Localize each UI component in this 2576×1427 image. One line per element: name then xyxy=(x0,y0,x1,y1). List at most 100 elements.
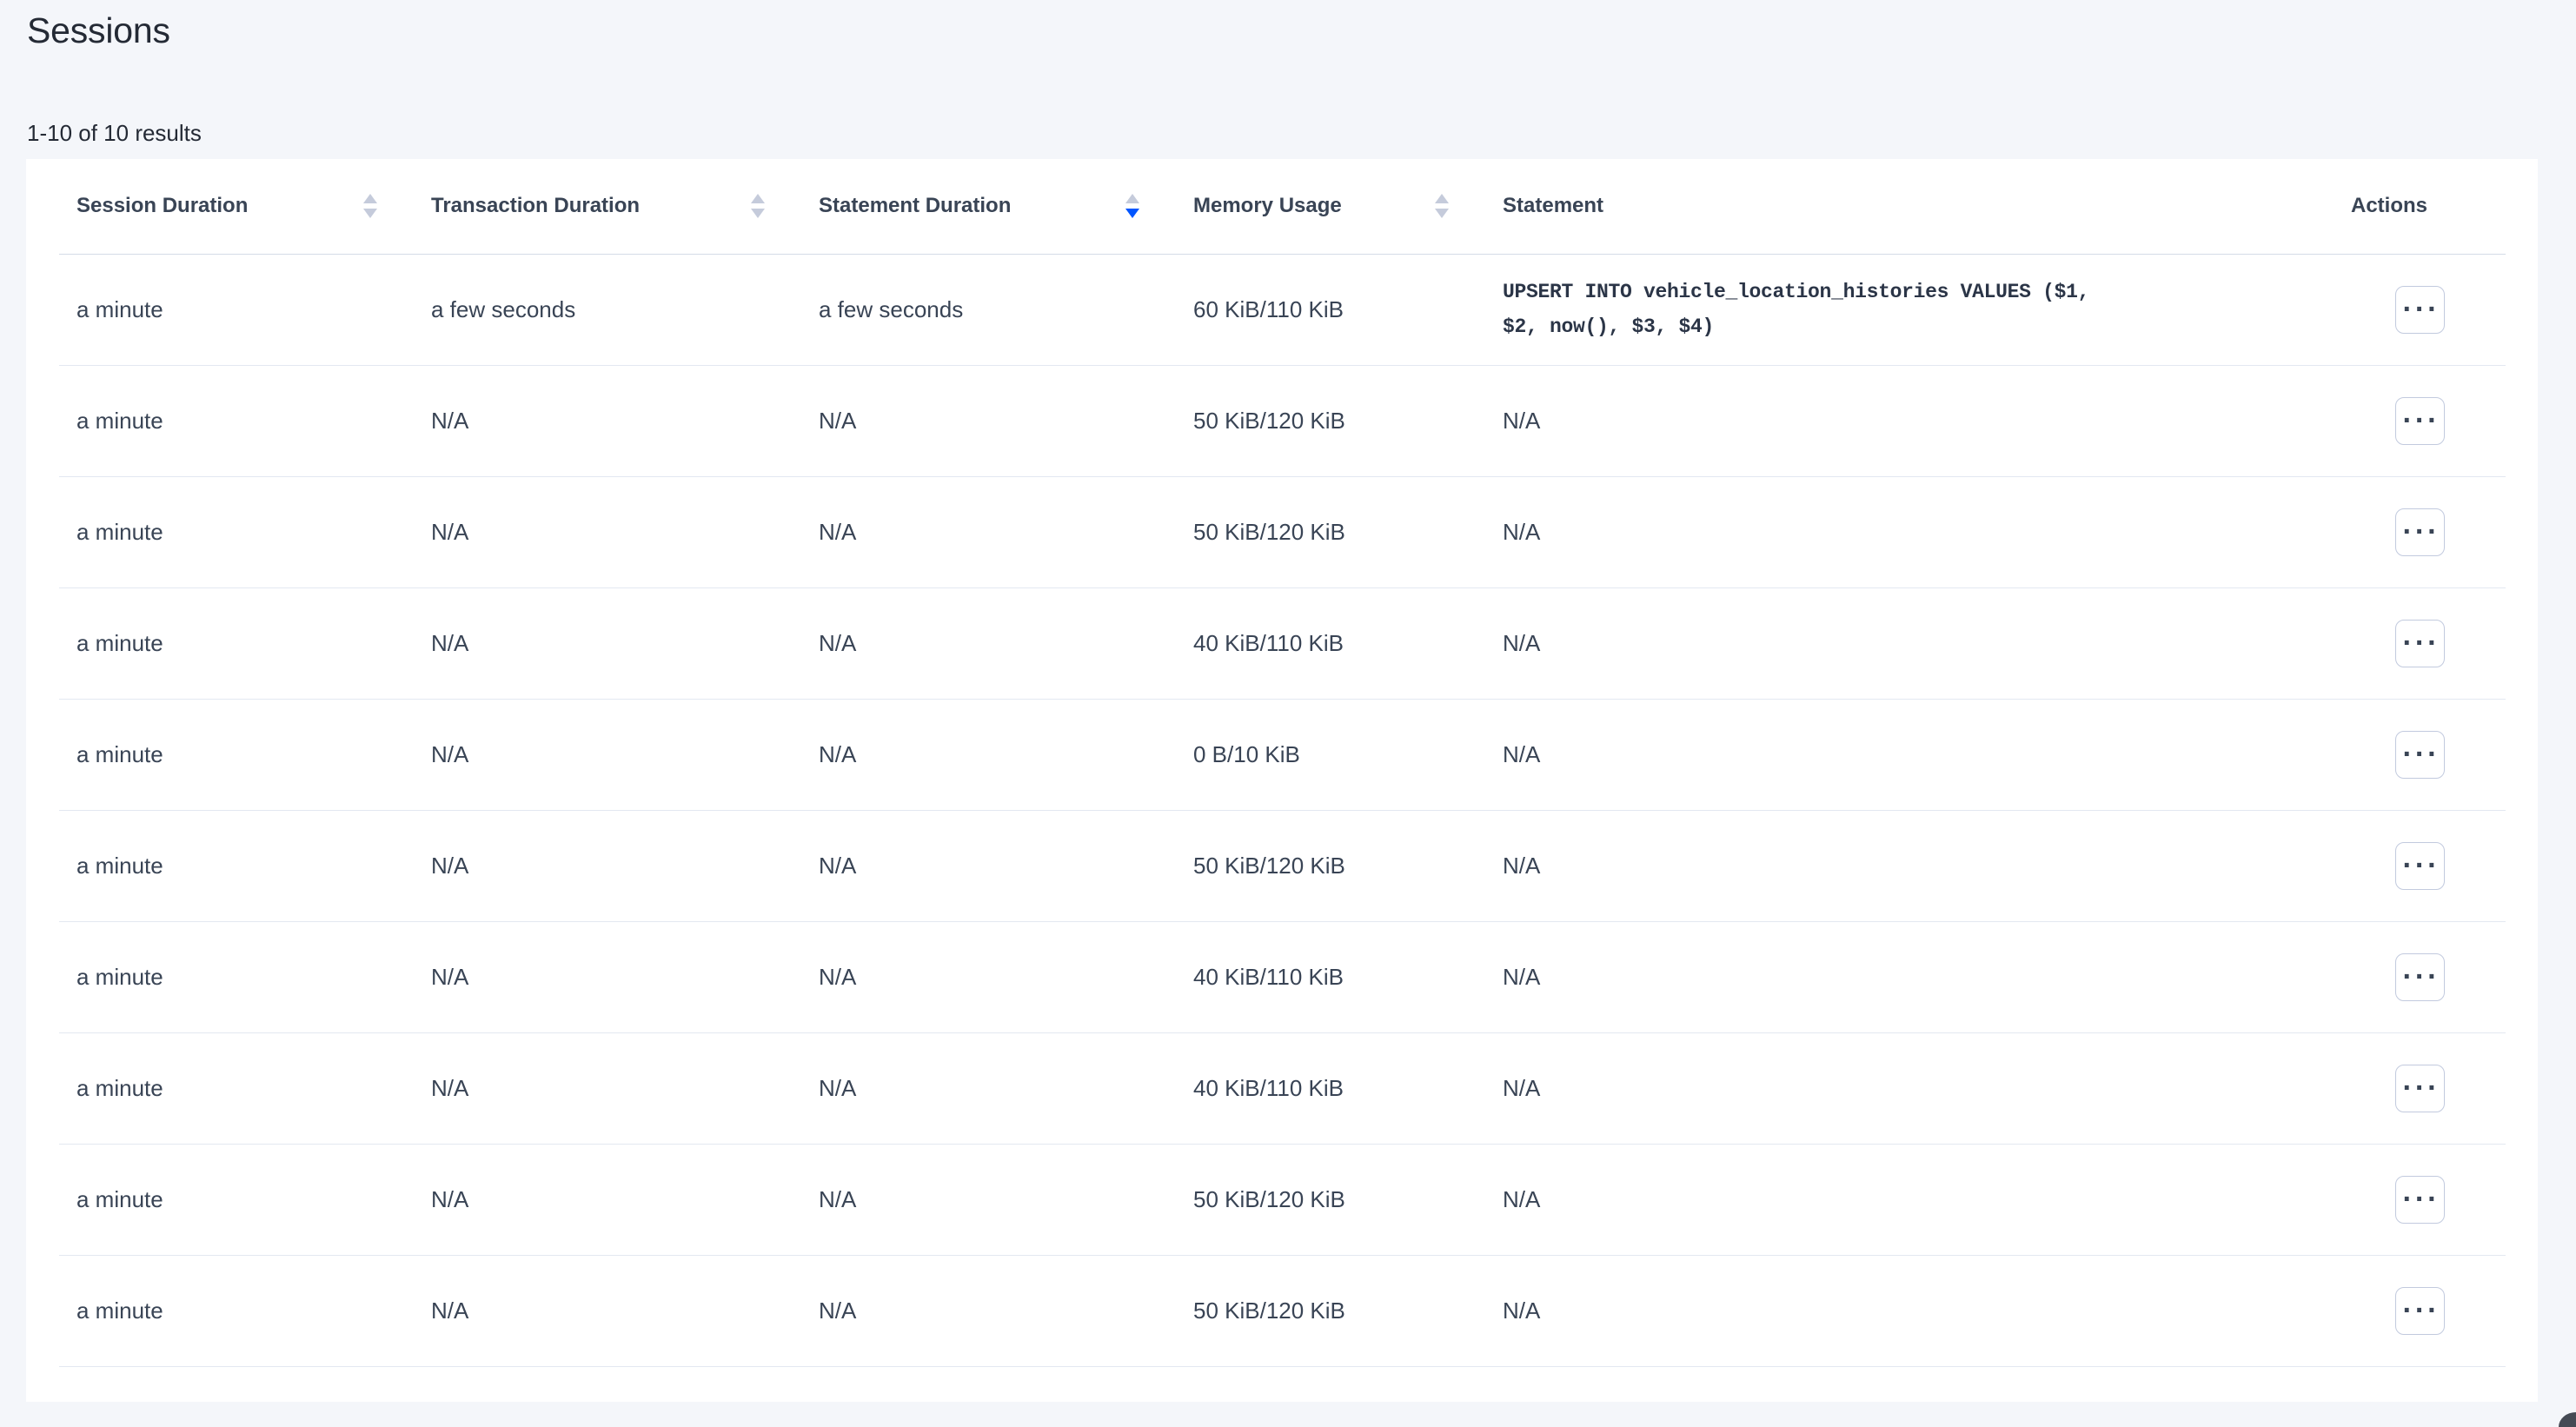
table-row: a minute a few seconds a few seconds 60 … xyxy=(59,254,2506,365)
cell-statement: N/A xyxy=(1485,365,2328,476)
row-actions-button[interactable]: ··· xyxy=(2395,731,2445,779)
cell-memory-usage: 50 KiB/120 KiB xyxy=(1176,1144,1485,1255)
sort-asc-icon xyxy=(1435,194,1449,203)
row-actions-button[interactable]: ··· xyxy=(2395,397,2445,445)
cell-actions: ··· xyxy=(2328,810,2506,921)
row-actions-button[interactable]: ··· xyxy=(2395,842,2445,890)
results-summary: 1-10 of 10 results xyxy=(27,120,202,147)
table-header: Session Duration Transaction Duration xyxy=(59,159,2506,254)
cell-actions: ··· xyxy=(2328,1255,2506,1366)
cell-statement-duration: N/A xyxy=(801,1144,1176,1255)
cell-memory-usage: 40 KiB/110 KiB xyxy=(1176,587,1485,699)
sql-statement-text: UPSERT INTO vehicle_location_histories V… xyxy=(1503,275,2120,344)
cell-actions: ··· xyxy=(2328,921,2506,1032)
sort-icons xyxy=(363,194,377,218)
cell-memory-usage: 60 KiB/110 KiB xyxy=(1176,254,1485,365)
cell-actions: ··· xyxy=(2328,587,2506,699)
table-row: a minute N/A N/A 50 KiB/120 KiB N/A ··· xyxy=(59,1255,2506,1366)
cell-statement: N/A xyxy=(1485,1032,2328,1144)
column-header-label: Session Duration xyxy=(76,194,248,218)
cell-statement-duration: N/A xyxy=(801,587,1176,699)
sort-desc-icon-active xyxy=(1125,209,1139,218)
column-header-transaction-duration[interactable]: Transaction Duration xyxy=(414,159,801,254)
cell-memory-usage: 0 B/10 KiB xyxy=(1176,699,1485,810)
cell-statement-duration: N/A xyxy=(801,921,1176,1032)
table-row: a minute N/A N/A 40 KiB/110 KiB N/A ··· xyxy=(59,1032,2506,1144)
cell-session-duration: a minute xyxy=(59,699,414,810)
cell-memory-usage: 50 KiB/120 KiB xyxy=(1176,1255,1485,1366)
sort-asc-icon xyxy=(751,194,765,203)
cell-session-duration: a minute xyxy=(59,476,414,587)
cell-transaction-duration: N/A xyxy=(414,921,801,1032)
cell-statement-duration: N/A xyxy=(801,476,1176,587)
cell-actions: ··· xyxy=(2328,699,2506,810)
cell-memory-usage: 50 KiB/120 KiB xyxy=(1176,810,1485,921)
sessions-table-card: Session Duration Transaction Duration xyxy=(26,159,2538,1402)
cell-transaction-duration: N/A xyxy=(414,1144,801,1255)
table-row: a minute N/A N/A 40 KiB/110 KiB N/A ··· xyxy=(59,587,2506,699)
column-header-label: Transaction Duration xyxy=(431,194,640,218)
column-header-label: Actions xyxy=(2351,194,2427,217)
cell-statement: N/A xyxy=(1485,587,2328,699)
row-actions-button[interactable]: ··· xyxy=(2395,1287,2445,1335)
column-header-memory-usage[interactable]: Memory Usage xyxy=(1176,159,1485,254)
cell-statement-duration: N/A xyxy=(801,699,1176,810)
cell-transaction-duration: a few seconds xyxy=(414,254,801,365)
table-row: a minute N/A N/A 50 KiB/120 KiB N/A ··· xyxy=(59,810,2506,921)
column-header-label: Statement Duration xyxy=(819,194,1011,218)
cell-statement: N/A xyxy=(1485,921,2328,1032)
column-header-statement: Statement xyxy=(1485,159,2328,254)
cell-memory-usage: 50 KiB/120 KiB xyxy=(1176,365,1485,476)
sort-icons xyxy=(1435,194,1449,218)
table-row: a minute N/A N/A 50 KiB/120 KiB N/A ··· xyxy=(59,365,2506,476)
sort-desc-icon xyxy=(1435,209,1449,218)
column-header-session-duration[interactable]: Session Duration xyxy=(59,159,414,254)
column-header-actions: Actions xyxy=(2328,159,2506,254)
cell-transaction-duration: N/A xyxy=(414,1255,801,1366)
row-actions-button[interactable]: ··· xyxy=(2395,1065,2445,1112)
cell-statement: N/A xyxy=(1485,1255,2328,1366)
row-actions-button[interactable]: ··· xyxy=(2395,286,2445,334)
cell-session-duration: a minute xyxy=(59,1144,414,1255)
cell-actions: ··· xyxy=(2328,1144,2506,1255)
table-row: a minute N/A N/A 50 KiB/120 KiB N/A ··· xyxy=(59,1144,2506,1255)
cell-statement: N/A xyxy=(1485,810,2328,921)
cell-transaction-duration: N/A xyxy=(414,810,801,921)
row-actions-button[interactable]: ··· xyxy=(2395,620,2445,667)
cell-transaction-duration: N/A xyxy=(414,587,801,699)
cell-transaction-duration: N/A xyxy=(414,476,801,587)
cell-transaction-duration: N/A xyxy=(414,1032,801,1144)
row-actions-button[interactable]: ··· xyxy=(2395,953,2445,1001)
row-actions-button[interactable]: ··· xyxy=(2395,1176,2445,1224)
cell-session-duration: a minute xyxy=(59,1255,414,1366)
cell-transaction-duration: N/A xyxy=(414,365,801,476)
cell-session-duration: a minute xyxy=(59,921,414,1032)
table-header-row: Session Duration Transaction Duration xyxy=(59,159,2506,254)
cell-actions: ··· xyxy=(2328,476,2506,587)
row-actions-button[interactable]: ··· xyxy=(2395,508,2445,556)
table-row: a minute N/A N/A 40 KiB/110 KiB N/A ··· xyxy=(59,921,2506,1032)
cell-statement-duration: a few seconds xyxy=(801,254,1176,365)
cell-statement: N/A xyxy=(1485,1144,2328,1255)
column-header-statement-duration[interactable]: Statement Duration xyxy=(801,159,1176,254)
cell-statement-duration: N/A xyxy=(801,1255,1176,1366)
sessions-table: Session Duration Transaction Duration xyxy=(59,159,2506,1367)
cell-session-duration: a minute xyxy=(59,1032,414,1144)
cell-transaction-duration: N/A xyxy=(414,699,801,810)
cell-memory-usage: 50 KiB/120 KiB xyxy=(1176,476,1485,587)
sort-icons xyxy=(751,194,765,218)
page-title: Sessions xyxy=(27,10,170,51)
cell-actions: ··· xyxy=(2328,254,2506,365)
sort-icons xyxy=(1125,194,1139,218)
cell-statement-duration: N/A xyxy=(801,810,1176,921)
table-row: a minute N/A N/A 50 KiB/120 KiB N/A ··· xyxy=(59,476,2506,587)
cursor-artifact xyxy=(2559,1412,2576,1427)
column-header-label: Memory Usage xyxy=(1193,194,1342,218)
cell-session-duration: a minute xyxy=(59,587,414,699)
cell-memory-usage: 40 KiB/110 KiB xyxy=(1176,921,1485,1032)
sort-desc-icon xyxy=(751,209,765,218)
cell-actions: ··· xyxy=(2328,365,2506,476)
cell-statement: N/A xyxy=(1485,476,2328,587)
sort-desc-icon xyxy=(363,209,377,218)
cell-session-duration: a minute xyxy=(59,254,414,365)
